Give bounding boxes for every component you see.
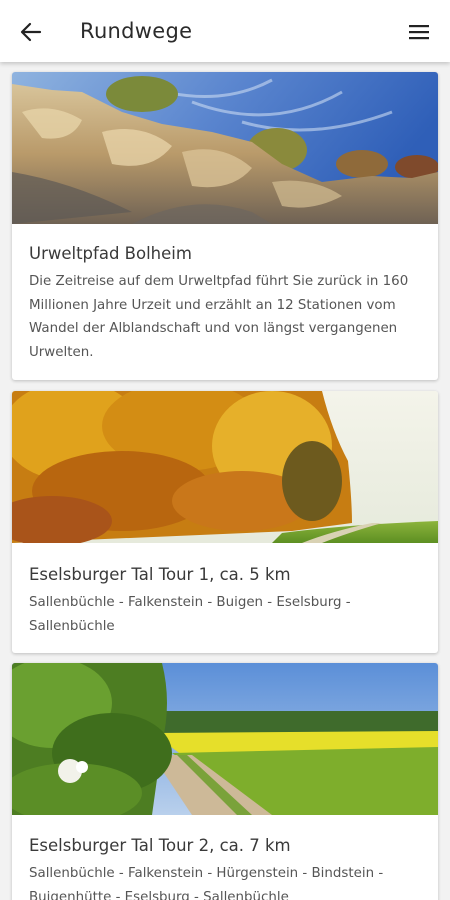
hamburger-menu-icon (409, 25, 429, 40)
arrow-left-icon (20, 22, 42, 42)
tour-card[interactable]: Eselsburger Tal Tour 1, ca. 5 km Sallenb… (12, 391, 438, 653)
menu-button[interactable] (402, 15, 436, 49)
autumn-forest-photo (12, 391, 438, 543)
app-bar: Rundwege (0, 0, 450, 62)
tour-title: Urweltpfad Bolheim (29, 244, 192, 263)
app-screen: Rundwege Urweltpfad Bolheim Die Zeitreis… (0, 0, 450, 900)
rocky-cliff-photo (12, 72, 438, 224)
tour-card[interactable]: Urweltpfad Bolheim Die Zeitreise auf dem… (12, 72, 438, 380)
tour-title: Eselsburger Tal Tour 2, ca. 7 km (29, 836, 291, 855)
tour-description: Sallenbüchle - Falkenstein - Hürgenstein… (29, 866, 384, 900)
back-button[interactable] (14, 15, 48, 49)
tour-description: Sallenbüchle - Falkenstein - Buigen - Es… (29, 595, 351, 634)
tour-description: Die Zeitreise auf dem Urweltpfad führt S… (29, 274, 409, 360)
page-title: Rundwege (80, 19, 193, 43)
field-path-photo (12, 663, 438, 815)
tour-title: Eselsburger Tal Tour 1, ca. 5 km (29, 565, 291, 584)
tour-card[interactable]: Eselsburger Tal Tour 2, ca. 7 km Sallenb… (12, 663, 438, 900)
